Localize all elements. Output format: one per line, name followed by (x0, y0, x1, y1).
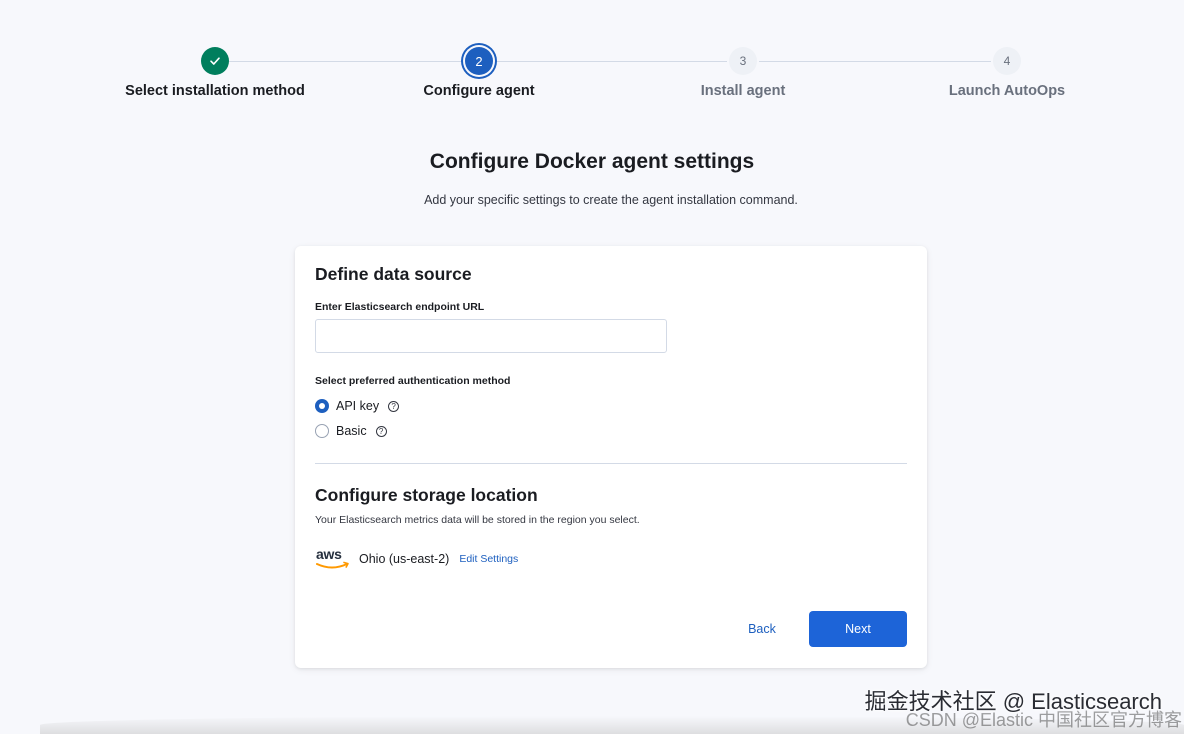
aws-logo-icon: aws (316, 546, 349, 569)
step-label: Configure agent (423, 83, 535, 99)
svg-text:aws: aws (316, 546, 342, 562)
basic-label: Basic (336, 424, 367, 438)
auth-option-api-key[interactable]: API key ? (315, 399, 400, 413)
page-subtitle: Add your specific settings to create the… (424, 193, 798, 207)
step-launch-autoops: 4 Launch AutoOps (897, 45, 1117, 99)
step-label: Select installation method (125, 83, 305, 99)
step-select-installation-method[interactable]: Select installation method (105, 45, 325, 99)
page-title: Configure Docker agent settings (429, 150, 755, 173)
stepper: Select installation method 2 Configure a… (0, 0, 1184, 120)
basic-radio[interactable] (315, 424, 329, 438)
step-install-agent: 3 Install agent (633, 45, 853, 99)
settings-panel: Define data source Enter Elasticsearch e… (295, 246, 927, 668)
watermark: 掘金技术社区 @ Elasticsearch (864, 689, 1162, 714)
help-icon[interactable]: ? (375, 425, 387, 437)
checkmark-icon (201, 47, 229, 75)
storage-title: Configure storage location (315, 485, 538, 505)
step-number: 4 (993, 47, 1021, 75)
auth-method-label: Select preferred authentication method (315, 375, 511, 387)
step-label: Launch AutoOps (948, 83, 1066, 99)
api-key-radio[interactable] (315, 399, 329, 413)
storage-region: aws Ohio (us-east-2) Edit Settings (315, 546, 518, 572)
data-source-title: Define data source (315, 264, 472, 284)
edit-settings-link[interactable]: Edit Settings (459, 553, 518, 565)
step-label: Install agent (700, 83, 786, 99)
region-name: Ohio (us-east-2) (359, 552, 450, 566)
back-button[interactable]: Back (735, 611, 789, 647)
endpoint-label: Enter Elasticsearch endpoint URL (315, 301, 485, 313)
auth-option-basic[interactable]: Basic ? (315, 424, 387, 438)
endpoint-url-input[interactable] (315, 319, 667, 353)
section-divider (315, 463, 907, 464)
step-number: 3 (729, 47, 757, 75)
step-configure-agent[interactable]: 2 Configure agent (369, 45, 589, 99)
api-key-label: API key (336, 399, 380, 413)
next-button[interactable]: Next (809, 611, 907, 647)
storage-description: Your Elasticsearch metrics data will be … (315, 514, 640, 526)
help-icon[interactable]: ? (388, 400, 400, 412)
step-number: 2 (465, 47, 493, 75)
